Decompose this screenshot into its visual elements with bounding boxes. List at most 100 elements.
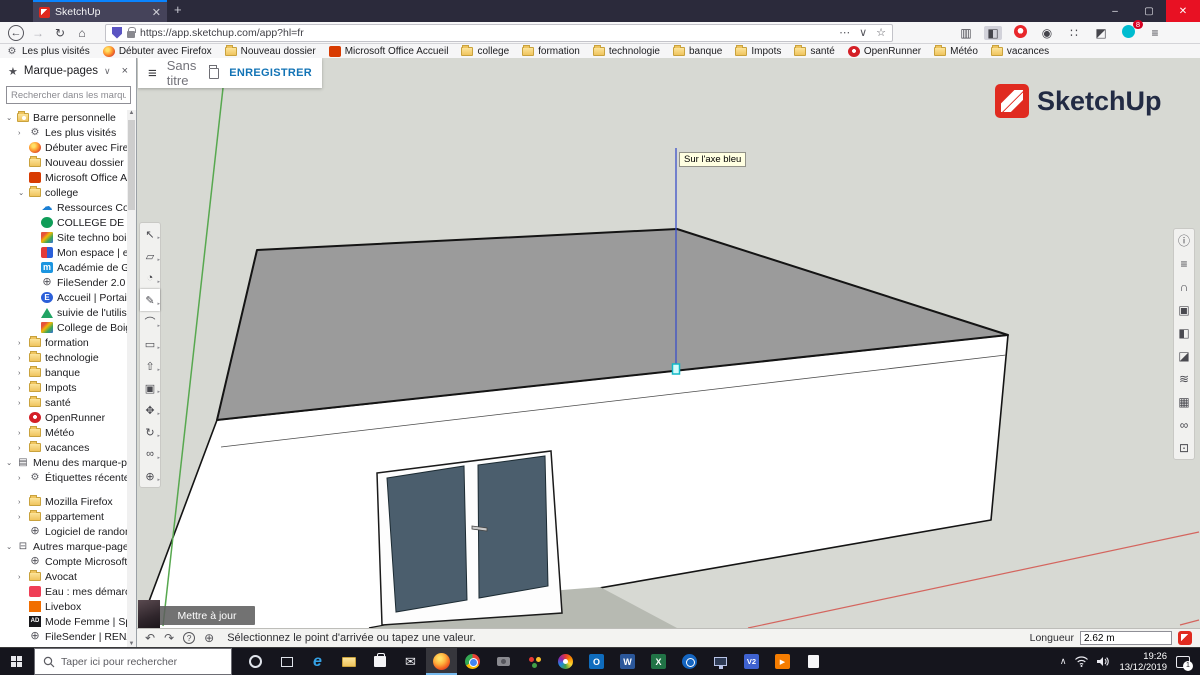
layers-panel-icon[interactable]: ≋ <box>1174 367 1194 390</box>
capture-tool-taskbar-icon[interactable] <box>488 648 519 675</box>
paint-tool[interactable]: ◔▸ <box>140 267 160 289</box>
forward-icon[interactable]: → <box>27 26 49 40</box>
bookmark-college[interactable]: college <box>461 46 509 57</box>
color-spheres-app-taskbar-icon[interactable] <box>519 648 550 675</box>
tree-item-barre-personnelle[interactable]: ⌄Barre personnelle <box>0 110 128 125</box>
tree-item-site-techno-boigne[interactable]: Site techno boigne <box>0 230 128 245</box>
tree-item-acad-mie-de-grenoble[interactable]: mAcadémie de Grenoble <box>0 260 128 275</box>
tree-item-d-buter-avec-firefox[interactable]: Débuter avec Firefox <box>0 140 128 155</box>
rotate-tool[interactable]: ↻▸ <box>140 421 160 443</box>
tree-item-eau-mes-d-marches-en-lig[interactable]: Eau : mes démarches en lig <box>0 584 128 599</box>
tree-item-accueil-portail-int-ract[interactable]: EAccueil | Portail Intéract <box>0 290 128 305</box>
taskbar-search-box[interactable]: Taper ici pour rechercher <box>34 648 232 675</box>
pinwheel-app-taskbar-icon[interactable] <box>550 648 581 675</box>
sketchup-viewport[interactable]: ≡ Sans titre ENREGISTRER SketchUp ↖▸▱▸◔▸… <box>137 58 1200 647</box>
tree-item-college-de-boigne-p[interactable]: COLLEGE DE BOIGNE - P <box>0 215 128 230</box>
expander-icon[interactable]: › <box>18 338 25 347</box>
orbit-tool[interactable]: ⊕▸ <box>140 465 160 487</box>
firefox-taskbar-icon[interactable] <box>426 648 457 675</box>
bookmark-nouveau-dossier[interactable]: Nouveau dossier <box>225 46 316 57</box>
profile-icon[interactable]: ◉ <box>1038 26 1056 40</box>
expander-icon[interactable]: › <box>18 443 25 452</box>
open-folder-icon[interactable] <box>209 68 219 79</box>
entity-info-panel-icon[interactable]: ⓘ <box>1174 229 1194 252</box>
expander-icon[interactable]: › <box>18 368 25 377</box>
move-tool[interactable]: ✥▸ <box>140 399 160 421</box>
tree-item-filesender-renater[interactable]: ⊕FileSender | RENATER <box>0 629 128 644</box>
volume-icon[interactable] <box>1097 656 1110 667</box>
materials-panel-icon[interactable]: ◧ <box>1174 321 1194 344</box>
home-icon[interactable]: ⌂ <box>71 26 93 40</box>
browser-tab-sketchup[interactable]: SketchUp ✕ <box>33 0 167 22</box>
line-tool[interactable]: ✎▸ <box>140 289 160 311</box>
expander-icon[interactable]: › <box>18 428 25 437</box>
tray-chevron-icon[interactable]: ∧ <box>1060 656 1067 667</box>
tree-item-mon-espace-ensap-gou[interactable]: Mon espace | ensap.gou <box>0 245 128 260</box>
tree-item-mode-femme-sportwear[interactable]: ADMode Femme | Sportwear | <box>0 614 128 629</box>
remote-desktop-taskbar-icon[interactable] <box>705 648 736 675</box>
expander-icon[interactable]: › <box>18 398 25 407</box>
tree-item-vacances[interactable]: ›vacances <box>0 440 128 455</box>
components-panel-icon[interactable]: ▣ <box>1174 298 1194 321</box>
tree-item-impots[interactable]: ›Impots <box>0 380 128 395</box>
tree-item-compte-microsoft-accuei[interactable]: ⊕Compte Microsoft | Accuei <box>0 554 128 569</box>
word-taskbar-icon[interactable]: W <box>612 648 643 675</box>
scenes-panel-icon[interactable]: ▦ <box>1174 390 1194 413</box>
3d-scene[interactable] <box>137 58 1200 628</box>
task-view-taskbar-icon[interactable] <box>271 648 302 675</box>
page-actions-icon[interactable]: ⋯ <box>839 26 850 39</box>
wifi-icon[interactable] <box>1075 656 1088 667</box>
tree-item-filesender-2-0[interactable]: ⊕FileSender 2.0 <box>0 275 128 290</box>
expander-icon[interactable]: › <box>18 512 25 521</box>
bookmark-banque[interactable]: banque <box>673 46 722 57</box>
tree-item-autres-marque-pages[interactable]: ⌄⊟Autres marque-pages <box>0 539 128 554</box>
url-text[interactable]: https://app.sketchup.com/app?hl=fr <box>140 27 834 39</box>
push-pull-tool[interactable]: ⇧▸ <box>140 355 160 377</box>
expander-icon[interactable]: ⌄ <box>6 458 13 467</box>
bookmark-microsoft-office-accueil[interactable]: Microsoft Office Accueil <box>329 46 449 57</box>
pocket-icon[interactable]: ∨ <box>859 26 867 39</box>
tree-item-technologie[interactable]: ›technologie <box>0 350 128 365</box>
save-button[interactable]: ENREGISTRER <box>229 67 312 79</box>
window-minimize-button[interactable]: – <box>1098 0 1132 22</box>
tree-item-avocat[interactable]: ›Avocat <box>0 569 128 584</box>
window-maximize-button[interactable]: ▢ <box>1132 0 1166 22</box>
sidebar-close-icon[interactable]: × <box>122 65 128 77</box>
instructor-panel-icon[interactable]: ∩ <box>1174 275 1194 298</box>
tree-item-college[interactable]: ⌄college <box>0 185 128 200</box>
sidebar-title[interactable]: Marque-pages <box>24 65 98 77</box>
media-player-taskbar-icon[interactable]: ▶ <box>767 648 798 675</box>
display-panel-icon[interactable]: ∞ <box>1174 413 1194 436</box>
tree-item-menu-des-marque-pages[interactable]: ⌄▤Menu des marque-pages <box>0 455 128 470</box>
double-door[interactable] <box>377 451 562 625</box>
tape-measure-tool[interactable]: ∞▸ <box>140 443 160 465</box>
expander-icon[interactable]: › <box>18 572 25 581</box>
bookmark-formation[interactable]: formation <box>522 46 580 57</box>
tree-item-formation[interactable]: ›formation <box>0 335 128 350</box>
expander-icon[interactable]: › <box>18 128 25 137</box>
expander-icon[interactable]: › <box>18 383 25 392</box>
select-tool[interactable]: ↖▸ <box>140 223 160 245</box>
bookmark-les-plus-visit-s[interactable]: ⚙Les plus visités <box>6 46 90 57</box>
outliner-panel-icon[interactable]: ≡ <box>1174 252 1194 275</box>
antivirus-extension-icon[interactable] <box>1011 25 1029 41</box>
tree-item-suivie-de-l-utilisation-et[interactable]: suivie de l'utilisation et <box>0 305 128 320</box>
expander-icon[interactable]: ⌄ <box>18 188 25 197</box>
eraser-tool[interactable]: ▱▸ <box>140 245 160 267</box>
expander-icon[interactable]: › <box>18 473 25 482</box>
bookmark-star-icon[interactable]: ☆ <box>876 26 886 39</box>
tracking-shield-icon[interactable] <box>112 27 122 39</box>
file-explorer-taskbar-icon[interactable] <box>333 648 364 675</box>
expander-icon[interactable]: › <box>18 353 25 362</box>
sidebar-toggle-icon[interactable]: ◧ <box>984 26 1002 40</box>
expander-icon[interactable]: ⌄ <box>6 542 13 551</box>
chrome-taskbar-icon[interactable] <box>457 648 488 675</box>
excel-taskbar-icon[interactable]: X <box>643 648 674 675</box>
tree-item-openrunner[interactable]: OpenRunner <box>0 410 128 425</box>
edge-taskbar-icon[interactable]: e <box>302 648 333 675</box>
cortana-taskbar-icon[interactable] <box>240 648 271 675</box>
blue-circle-app-taskbar-icon[interactable] <box>674 648 705 675</box>
tree-item-les-plus-visit-s[interactable]: ›⚙Les plus visités <box>0 125 128 140</box>
tree-item-college-de-boigne[interactable]: College de Boigne <box>0 320 128 335</box>
measurement-input[interactable] <box>1080 631 1172 645</box>
